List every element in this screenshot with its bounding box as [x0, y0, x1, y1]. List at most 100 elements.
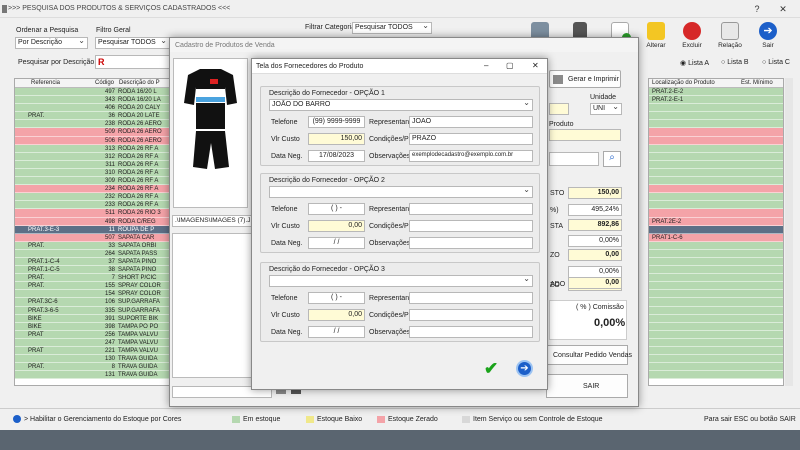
grid-scrollbar[interactable] — [785, 78, 793, 386]
table-row[interactable]: 509 RODA 26 AERO — [15, 128, 169, 137]
gerar-imprimir-button[interactable]: Gerar e Imprimir — [549, 70, 621, 88]
fornecedor-select[interactable]: JOÃO DO BARRO — [269, 99, 533, 111]
excluir-button[interactable]: Excluir — [678, 22, 706, 56]
minimize-button[interactable]: – — [484, 61, 488, 70]
table-row-right[interactable] — [649, 201, 783, 210]
search-field[interactable] — [549, 152, 599, 166]
table-row-right[interactable] — [649, 290, 783, 299]
table-row[interactable]: 131 TRAVA GUIDA — [15, 371, 169, 380]
table-row-right[interactable] — [649, 282, 783, 291]
table-row[interactable]: 343 RODA 16/20 LA — [15, 96, 169, 105]
unidade-select[interactable]: UNI — [590, 103, 622, 115]
table-row-right[interactable] — [649, 168, 783, 178]
rate2-field[interactable]: 0,00 — [568, 249, 622, 261]
table-row-right[interactable] — [649, 177, 783, 186]
table-row-right[interactable] — [649, 257, 783, 267]
table-row-right[interactable] — [649, 160, 783, 169]
table-row[interactable]: 507 SAPATA CAR — [15, 233, 169, 242]
table-row[interactable]: 238 RODA 26 AERO — [15, 120, 169, 129]
table-row[interactable]: 497 RODA 16/20 L — [15, 88, 169, 97]
table-row[interactable]: 511 RODA 26 RIO 3 — [15, 209, 169, 218]
sair-button[interactable]: ➔ Sair — [754, 22, 782, 56]
table-row[interactable]: 309 RODA 26 RF A — [15, 177, 169, 186]
table-row-right[interactable] — [649, 338, 783, 347]
close-dialog-button[interactable]: ✕ — [532, 61, 539, 70]
data-field[interactable]: / / — [308, 237, 365, 249]
table-row-right[interactable] — [649, 104, 783, 113]
table-row-right[interactable] — [649, 120, 783, 129]
condicoes-field[interactable]: PRAZO — [409, 133, 533, 145]
cadastro-sair-button[interactable]: SAIR — [546, 374, 628, 398]
table-row-right[interactable] — [649, 347, 783, 356]
table-row-right[interactable] — [649, 241, 783, 250]
table-row-right[interactable] — [649, 209, 783, 218]
table-row-right[interactable] — [649, 274, 783, 283]
fornecedor-select[interactable] — [269, 186, 533, 198]
table-row-right[interactable] — [649, 136, 783, 145]
table-row-right[interactable] — [649, 322, 783, 331]
table-row-right[interactable]: PRAT.2-E-2 — [649, 88, 783, 97]
table-row-right[interactable] — [649, 152, 783, 161]
table-row[interactable]: 234 RODA 26 RF A — [15, 185, 169, 194]
close-window-button[interactable]: ✕ — [776, 3, 790, 15]
habilitar-cores-option[interactable]: > Habilitar o Gerenciamento do Estoque p… — [24, 416, 181, 423]
table-row-right[interactable]: PRAT.2E-2 — [649, 217, 783, 226]
vista-field[interactable]: 892,86 — [568, 219, 622, 231]
table-row[interactable]: PRAT. 36 RODA 20 LATE — [15, 112, 169, 121]
table-row[interactable]: 130 TRAVA GUIDA — [15, 355, 169, 364]
custo-field[interactable]: 0,00 — [308, 220, 365, 232]
table-row[interactable]: PRAT. 155 SPRAY COLOR — [15, 282, 169, 291]
table-row-right[interactable] — [649, 298, 783, 307]
table-row[interactable]: PRAT.3-E-3 11 ROUPA DE P — [15, 225, 169, 234]
table-row[interactable]: 311 RODA 26 RF A — [15, 160, 169, 169]
representante-field[interactable] — [409, 203, 533, 215]
table-row[interactable]: 247 TAMPA VALVU — [15, 338, 169, 347]
table-row-right[interactable] — [649, 144, 783, 153]
table-row-right[interactable] — [649, 112, 783, 121]
table-row[interactable]: 310 RODA 26 RF A — [15, 168, 169, 178]
table-row[interactable]: PRAT.1-C-5 38 SAPATA PINO — [15, 266, 169, 275]
table-row-right[interactable] — [649, 185, 783, 194]
search-icon[interactable]: ⌕ — [603, 151, 621, 167]
table-row[interactable]: 264 SAPATA PASS — [15, 249, 169, 258]
data-field[interactable]: 17/08/2023 — [308, 150, 365, 162]
telefone-field[interactable]: ( ) - — [308, 203, 365, 215]
table-row-right[interactable] — [649, 266, 783, 275]
product-grid-right[interactable]: Localização do Produto Est. Mínimo PRAT.… — [648, 78, 784, 386]
table-row[interactable]: PRAT 221 TAMPA VALVU — [15, 347, 169, 356]
product-grid[interactable]: Referencia Código Descrição do P 497 RODA… — [14, 78, 170, 386]
representante-field[interactable] — [409, 292, 533, 304]
filtro-select[interactable]: Pesquisar TODOS — [95, 37, 170, 49]
table-row[interactable]: 232 RODA 26 RF A — [15, 193, 169, 202]
consultar-pedido-button[interactable]: Consultar Pedido Vendas — [546, 345, 632, 365]
help-button[interactable]: ? — [750, 3, 764, 15]
table-row[interactable]: PRAT.1-C-4 37 SAPATA PINO — [15, 257, 169, 267]
observacoes-field[interactable]: exemplodecadastro@exemplo.com.br — [409, 150, 533, 162]
table-row[interactable]: BIKE 398 TAMPA PO PO — [15, 322, 169, 331]
maximize-button[interactable]: ▢ — [506, 61, 514, 70]
table-row-right[interactable] — [649, 128, 783, 137]
radio-lista-a[interactable]: ◉ Lista A — [680, 59, 709, 67]
data-field[interactable]: / / — [308, 326, 365, 338]
table-row-right[interactable]: PRAT1-C-6 — [649, 233, 783, 242]
table-row[interactable]: 313 RODA 26 RF A — [15, 144, 169, 153]
confirm-check-icon[interactable]: ✔ — [484, 360, 500, 377]
table-row[interactable]: BIKE 391 SUPORTE BIK — [15, 314, 169, 323]
table-row[interactable]: 506 RODA 26 AERO — [15, 136, 169, 145]
table-row[interactable]: PRAT.3C-6 106 SUP.GARRAFA — [15, 298, 169, 307]
table-row[interactable]: PRAT. 7 SHORT P/CIC — [15, 274, 169, 283]
table-row[interactable]: 498 RODA C/REG — [15, 217, 169, 226]
table-row-right[interactable] — [649, 330, 783, 339]
fornecedor-select[interactable] — [269, 275, 533, 287]
telefone-field[interactable]: ( ) - — [308, 292, 365, 304]
observacoes-field[interactable] — [409, 237, 533, 249]
table-row[interactable]: 154 SPRAY COLOR — [15, 290, 169, 299]
ordenar-select[interactable]: Por Descrição — [15, 37, 88, 49]
image-path-field[interactable]: .\IMAGENS\IMAGES (7).JP — [172, 215, 252, 227]
field-yellow-1[interactable] — [549, 103, 569, 115]
representante-field[interactable]: JOAO — [409, 116, 533, 128]
rate1-field[interactable]: 0,00% — [568, 235, 622, 247]
table-row[interactable]: PRAT 256 TAMPA VALVU — [15, 330, 169, 339]
table-row-right[interactable] — [649, 363, 783, 372]
table-row[interactable]: PRAT. 8 TRAVA GUIDA — [15, 363, 169, 372]
